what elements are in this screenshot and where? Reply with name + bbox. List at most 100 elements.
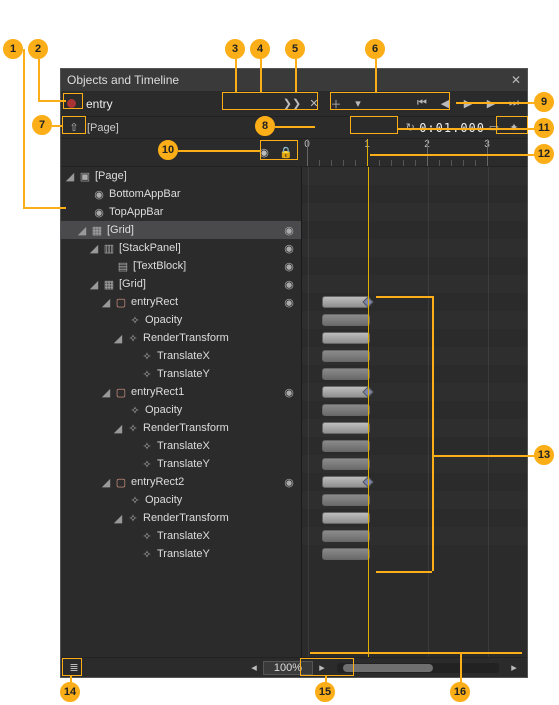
keyframe-bar[interactable] [322,386,370,398]
expander-icon[interactable]: ◢ [113,332,123,345]
step-back-button[interactable]: ◀ [436,95,454,113]
tree-item-textblock[interactable]: [TextBlock] [133,260,186,272]
tree-item-bottomappbar[interactable]: BottomAppBar [109,188,181,200]
view-mode-button[interactable]: ≣ [65,659,83,677]
keyframe-bar[interactable] [322,404,370,416]
tree-prop-opacity[interactable]: Opacity [145,314,182,326]
visibility-toggle[interactable]: ◉ [281,224,297,237]
tree-prop-ty[interactable]: TranslateY [157,458,210,470]
keyframe-bar[interactable] [322,314,370,326]
tree-prop-opacity[interactable]: Opacity [145,494,182,506]
visibility-toggle[interactable]: ◉ [281,476,297,489]
tree-item-stackpanel[interactable]: [StackPanel] [119,242,181,254]
callout-16: 16 [450,682,470,702]
keyframe-bar[interactable] [322,512,370,524]
grid-icon: ▦ [102,278,116,291]
expander-icon[interactable]: ◢ [101,296,111,309]
zoom-in-button[interactable]: ▸ [313,659,331,677]
visibility-toggle[interactable]: ◉ [281,242,297,255]
storyboard-dropdown-icon[interactable]: ▾ [349,95,367,113]
tree-prop-rendertransform[interactable]: RenderTransform [143,512,229,524]
callout-6: 6 [365,39,385,59]
scroll-right-button[interactable]: ▸ [505,659,523,677]
visibility-toggle[interactable]: ◉ [281,260,297,273]
timeline-lanes[interactable] [301,167,527,657]
prop-icon: ✧ [128,404,142,417]
keyframe-bar[interactable] [322,440,370,452]
new-storyboard-button[interactable]: ＋ [327,95,345,113]
keyframe-bar[interactable] [322,476,370,488]
callout-5: 5 [285,39,305,59]
expander-icon[interactable]: ◢ [89,242,99,255]
tree-item-page[interactable]: [Page] [95,170,127,182]
tree-prop-ty[interactable]: TranslateY [157,368,210,380]
zoom-out-button[interactable]: ◂ [245,659,263,677]
expander-icon[interactable]: ◢ [101,386,111,399]
prop-icon: ✧ [126,512,140,525]
tree-item-grid[interactable]: [Grid] [107,224,134,236]
expander-icon[interactable]: ◢ [101,476,111,489]
playhead-line[interactable] [368,167,369,657]
keyframe-bar[interactable] [322,494,370,506]
tree-prop-rendertransform[interactable]: RenderTransform [143,422,229,434]
rect-icon: ▢ [114,386,128,399]
callout-7: 7 [32,115,52,135]
expander-icon[interactable]: ◢ [89,278,99,291]
tree-item-entryrect[interactable]: entryRect [131,296,178,308]
keyframe-bar[interactable] [322,422,370,434]
tree-item-entryrect1[interactable]: entryRect1 [131,386,184,398]
expander-icon[interactable]: ◢ [113,422,123,435]
tree-prop-ty[interactable]: TranslateY [157,548,210,560]
keyframe-bar[interactable] [322,548,370,560]
expander-icon[interactable]: ◢ [113,512,123,525]
keyframe-bar[interactable] [322,296,370,308]
lock-all-icon[interactable]: 🔒 [277,144,295,162]
tree-prop-tx[interactable]: TranslateX [157,530,210,542]
keyframe-bar[interactable] [322,530,370,542]
keyframe-bar[interactable] [322,458,370,470]
visibility-toggle[interactable]: ◉ [281,296,297,309]
expander-icon[interactable]: ◢ [77,224,87,237]
panel-close-button[interactable]: ✕ [511,73,521,87]
keyframe-bar[interactable] [322,350,370,362]
tree-prop-rendertransform[interactable]: RenderTransform [143,332,229,344]
callout-8: 8 [255,116,275,136]
horizontal-scrollbar[interactable] [337,663,499,673]
go-to-first-button[interactable]: ⏮ [413,95,431,113]
playhead[interactable] [367,139,368,166]
panel-title: Objects and Timeline [67,73,179,87]
collapse-all-icon[interactable]: ❯❯ [283,95,301,113]
prop-icon: ✧ [140,548,154,561]
storyboard-name[interactable]: entry [84,97,279,111]
prop-icon: ✧ [140,530,154,543]
tree-prop-tx[interactable]: TranslateX [157,350,210,362]
close-storyboard-button[interactable]: ✕ [305,95,323,113]
tree-item-entryrect2[interactable]: entryRect2 [131,476,184,488]
object-tree[interactable]: ◢▣[Page] ◉BottomAppBar ◉TopAppBar ◢▦[Gri… [61,167,301,657]
callout-1: 1 [3,39,23,59]
ruler-row: ◉ 🔒 0 1 2 3 [61,139,527,167]
visibility-toggle[interactable]: ◉ [281,278,297,291]
zoom-level[interactable]: 100% [263,661,313,675]
tree-prop-opacity[interactable]: Opacity [145,404,182,416]
prop-icon: ✧ [128,314,142,327]
keyframe-bar[interactable] [322,332,370,344]
record-indicator[interactable] [67,99,76,108]
keyframe-bar[interactable] [322,368,370,380]
tree-item-topappbar[interactable]: TopAppBar [109,206,163,218]
scope-up-button[interactable]: ⇧ [65,119,83,137]
callout-2: 2 [28,39,48,59]
textblock-icon: ▤ [116,260,130,273]
hide-all-icon[interactable]: ◉ [255,144,273,162]
rect-icon: ▢ [114,296,128,309]
objects-and-timeline-panel: Objects and Timeline ✕ entry ❯❯ ✕ ＋ ▾ ⏮ … [60,68,528,678]
tree-item-grid2[interactable]: [Grid] [119,278,146,290]
time-ruler[interactable]: 0 1 2 3 [301,139,527,166]
visibility-toggle[interactable]: ◉ [281,386,297,399]
rect-icon: ▢ [114,476,128,489]
panel-header: Objects and Timeline ✕ [61,69,527,91]
eye-icon: ◉ [92,206,106,219]
tree-prop-tx[interactable]: TranslateX [157,440,210,452]
panel-footer: ≣ ◂ 100% ▸ ▸ [61,657,527,677]
expander-icon[interactable]: ◢ [65,170,75,183]
